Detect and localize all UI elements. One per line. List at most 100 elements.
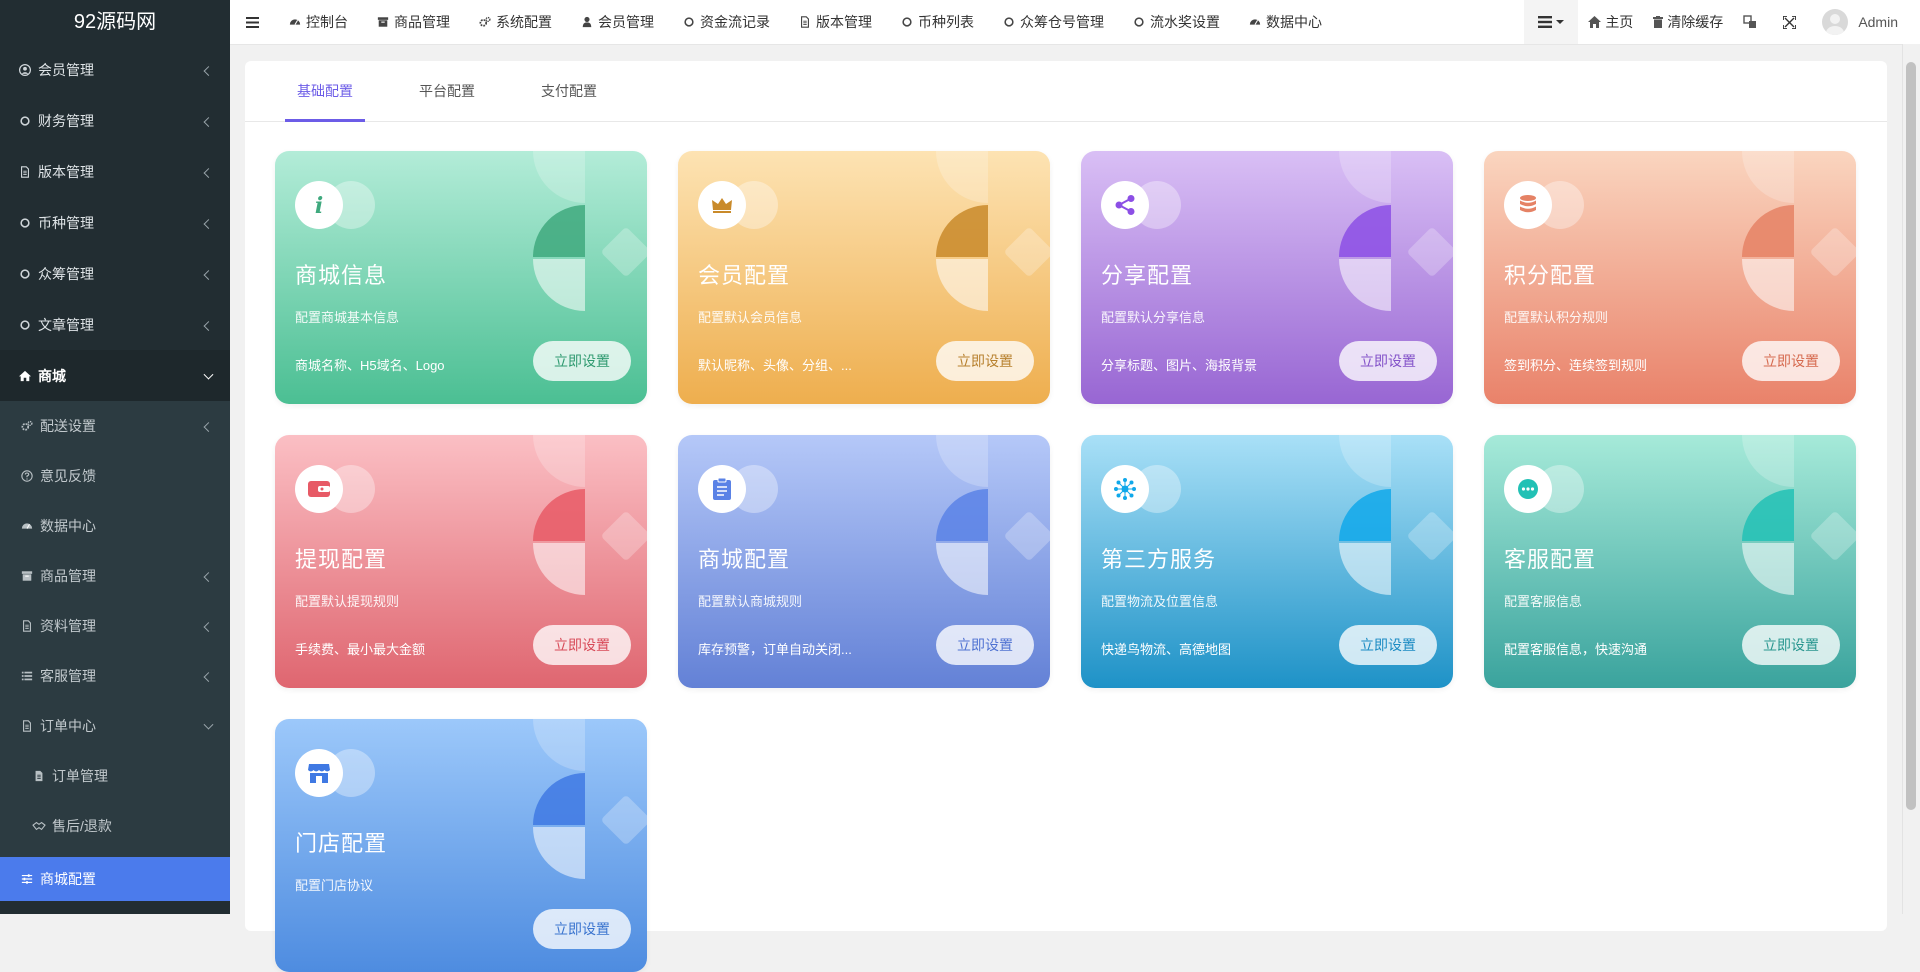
menu-toggle-button[interactable]	[230, 0, 274, 44]
config-card: 商城配置 配置默认商城规则 库存预警，订单自动关闭... 立即设置	[678, 435, 1050, 688]
home-link[interactable]: 主页	[1578, 0, 1643, 44]
top-nav-item-9[interactable]: 数据中心	[1234, 0, 1336, 44]
top-nav-label: 资金流记录	[700, 14, 770, 30]
file-text-icon	[32, 769, 46, 783]
config-card: 第三方服务 配置物流及位置信息 快递鸟物流、高德地图 立即设置	[1081, 435, 1453, 688]
sidebar-subitem-label: 售后/退款	[52, 818, 112, 834]
home-icon	[18, 369, 32, 383]
user-menu[interactable]: Admin	[1812, 0, 1920, 44]
top-nav-label: 系统配置	[496, 14, 552, 30]
setup-now-button[interactable]: 立即设置	[936, 625, 1034, 665]
chevron-left-icon	[203, 167, 214, 178]
sidebar-subitem-1[interactable]: 意见反馈	[0, 451, 230, 501]
top-nav-item-1[interactable]: 商品管理	[362, 0, 464, 44]
card-subtitle: 配置默认分享信息	[1101, 310, 1206, 325]
card-subtitle: 配置门店协议	[295, 878, 374, 893]
file-icon	[798, 16, 811, 29]
sidebar-subitem-label: 意见反馈	[40, 468, 96, 484]
card-subtitle: 配置默认商城规则	[698, 594, 803, 609]
sidebar-item-2[interactable]: 版本管理	[0, 146, 230, 197]
setup-now-button[interactable]: 立即设置	[533, 341, 631, 381]
store-icon	[295, 749, 343, 797]
sidebar-item-label: 币种管理	[38, 214, 94, 231]
clear-cache-button[interactable]: 清除缓存	[1643, 0, 1733, 44]
circle-icon	[18, 267, 32, 281]
question-icon	[20, 469, 34, 483]
sidebar-subitem-3[interactable]: 商品管理	[0, 551, 230, 601]
sidebar-subitem-8[interactable]: 售后/退款	[0, 801, 230, 851]
list-icon	[20, 669, 34, 683]
sidebar-subitem-label: 商品管理	[40, 568, 96, 584]
tab-1[interactable]: 平台配置	[407, 61, 487, 121]
scrollbar-thumb[interactable]	[1906, 62, 1916, 810]
sidebar-subitem-7[interactable]: 订单管理	[0, 751, 230, 801]
sidebar-item-6[interactable]: 商城	[0, 350, 230, 401]
page-scrollbar[interactable]	[1902, 44, 1920, 914]
language-button[interactable]	[1733, 0, 1767, 44]
circle-icon	[18, 318, 32, 332]
sidebar-item-3[interactable]: 币种管理	[0, 197, 230, 248]
tab-2[interactable]: 支付配置	[529, 61, 609, 121]
home-icon	[1588, 16, 1602, 28]
more-menu-button[interactable]	[1524, 0, 1579, 44]
config-card: 提现配置 配置默认提现规则 手续费、最小最大金额 立即设置	[275, 435, 647, 688]
config-card: 分享配置 配置默认分享信息 分享标题、图片、海报背景 立即设置	[1081, 151, 1453, 404]
avatar	[1822, 9, 1849, 35]
caret-down-icon	[1556, 20, 1565, 24]
svg-text:i: i	[315, 193, 323, 218]
top-nav-item-2[interactable]: 系统配置	[464, 0, 566, 44]
wallet-icon	[295, 465, 343, 513]
card-title: 积分配置	[1504, 263, 1597, 288]
top-nav-item-6[interactable]: 币种列表	[886, 0, 988, 44]
sidebar-subitem-6[interactable]: 订单中心	[0, 701, 230, 751]
card-subtitle: 配置默认会员信息	[698, 310, 803, 325]
sidebar-subitem-2[interactable]: 数据中心	[0, 501, 230, 551]
card-detail: 配置客服信息，快速沟通	[1504, 642, 1648, 657]
chevron-down-icon	[203, 369, 214, 380]
circle-icon	[1002, 16, 1015, 29]
tab-0[interactable]: 基础配置	[285, 61, 365, 122]
setup-now-button[interactable]: 立即设置	[1339, 341, 1437, 381]
clipboard-icon	[698, 465, 746, 513]
database-icon	[1504, 181, 1552, 229]
config-card: 积分配置 配置默认积分规则 签到积分、连续签到规则 立即设置	[1484, 151, 1856, 404]
sidebar-item-1[interactable]: 财务管理	[0, 95, 230, 146]
sidebar-item-5[interactable]: 文章管理	[0, 299, 230, 350]
top-nav-label: 商品管理	[394, 14, 450, 30]
chevron-left-icon	[203, 218, 214, 229]
chevron-left-icon	[203, 320, 214, 331]
card-subtitle: 配置物流及位置信息	[1101, 594, 1219, 609]
top-nav-item-7[interactable]: 众筹仓号管理	[988, 0, 1118, 44]
hamburger-icon	[245, 16, 259, 28]
user-name: Admin	[1858, 14, 1898, 30]
setup-now-button[interactable]: 立即设置	[1742, 341, 1840, 381]
top-nav-item-0[interactable]: 控制台	[274, 0, 362, 44]
top-nav-label: 版本管理	[816, 14, 872, 30]
top-nav-item-8[interactable]: 流水奖设置	[1118, 0, 1234, 44]
home-label: 主页	[1605, 14, 1634, 30]
gears-icon	[478, 16, 491, 29]
network-icon	[1101, 465, 1149, 513]
config-card: 客服配置 配置客服信息 配置客服信息，快速沟通 立即设置	[1484, 435, 1856, 688]
sidebar-item-4[interactable]: 众筹管理	[0, 248, 230, 299]
setup-now-button[interactable]: 立即设置	[1339, 625, 1437, 665]
setup-now-button[interactable]: 立即设置	[936, 341, 1034, 381]
fullscreen-button[interactable]	[1767, 0, 1812, 44]
sidebar-subitem-9[interactable]: 商城配置	[0, 857, 230, 901]
sidebar-subitem-4[interactable]: 资料管理	[0, 601, 230, 651]
setup-now-button[interactable]: 立即设置	[1742, 625, 1840, 665]
sidebar-item-0[interactable]: 会员管理	[0, 44, 230, 95]
top-nav-item-3[interactable]: 会员管理	[566, 0, 668, 44]
top-nav-item-4[interactable]: 资金流记录	[668, 0, 784, 44]
setup-now-button[interactable]: 立即设置	[533, 909, 631, 949]
card-detail: 手续费、最小最大金额	[295, 642, 426, 657]
card-detail: 商城名称、H5域名、Logo	[295, 358, 445, 373]
setup-now-button[interactable]: 立即设置	[533, 625, 631, 665]
translate-icon	[1743, 15, 1757, 28]
config-card: 门店配置 配置门店协议 立即设置	[275, 719, 647, 972]
card-title: 客服配置	[1504, 547, 1597, 572]
sidebar-subitem-5[interactable]: 客服管理	[0, 651, 230, 701]
top-nav-item-5[interactable]: 版本管理	[784, 0, 886, 44]
share-icon	[1101, 181, 1149, 229]
sidebar-subitem-0[interactable]: 配送设置	[0, 401, 230, 451]
